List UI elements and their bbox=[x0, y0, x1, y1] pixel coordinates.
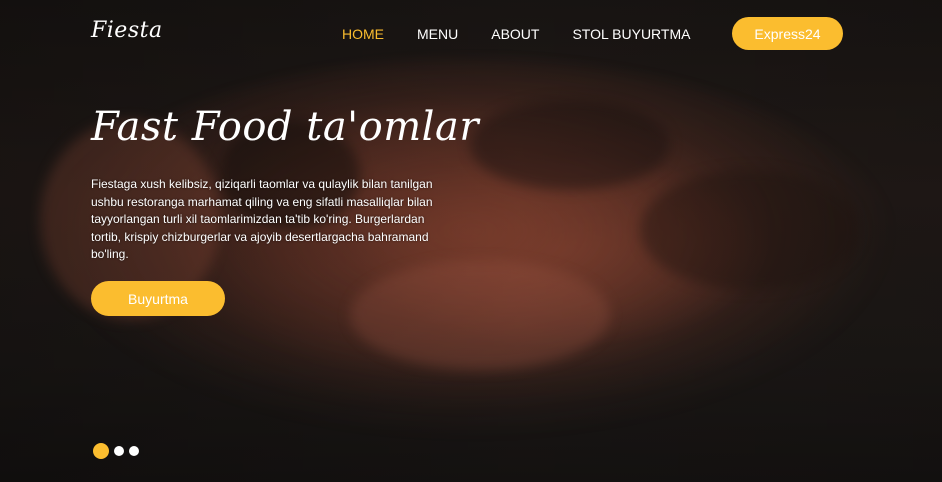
nav-item-menu[interactable]: MENU bbox=[417, 26, 458, 42]
hero-section: Fiesta HOME MENU ABOUT STOL BUYURTMA Exp… bbox=[0, 0, 942, 482]
carousel-dot-1[interactable] bbox=[93, 443, 109, 459]
carousel-indicators bbox=[93, 443, 139, 459]
brand-logo[interactable]: Fiesta bbox=[91, 18, 163, 43]
nav-item-home[interactable]: HOME bbox=[342, 26, 384, 42]
background-highlight bbox=[350, 260, 610, 370]
carousel-dot-3[interactable] bbox=[129, 446, 139, 456]
hero-title: Fast Food ta'omlar bbox=[91, 104, 479, 150]
order-button[interactable]: Buyurtma bbox=[91, 281, 225, 316]
background-char-spot bbox=[470, 100, 670, 190]
main-nav: HOME MENU ABOUT STOL BUYURTMA bbox=[342, 26, 723, 42]
carousel-dot-2[interactable] bbox=[114, 446, 124, 456]
express24-button[interactable]: Express24 bbox=[732, 17, 843, 50]
hero-description: Fiestaga xush kelibsiz, qiziqarli taomla… bbox=[91, 177, 433, 261]
background-char-spot bbox=[640, 170, 860, 290]
nav-item-table-booking[interactable]: STOL BUYURTMA bbox=[572, 26, 690, 42]
nav-item-about[interactable]: ABOUT bbox=[491, 26, 539, 42]
